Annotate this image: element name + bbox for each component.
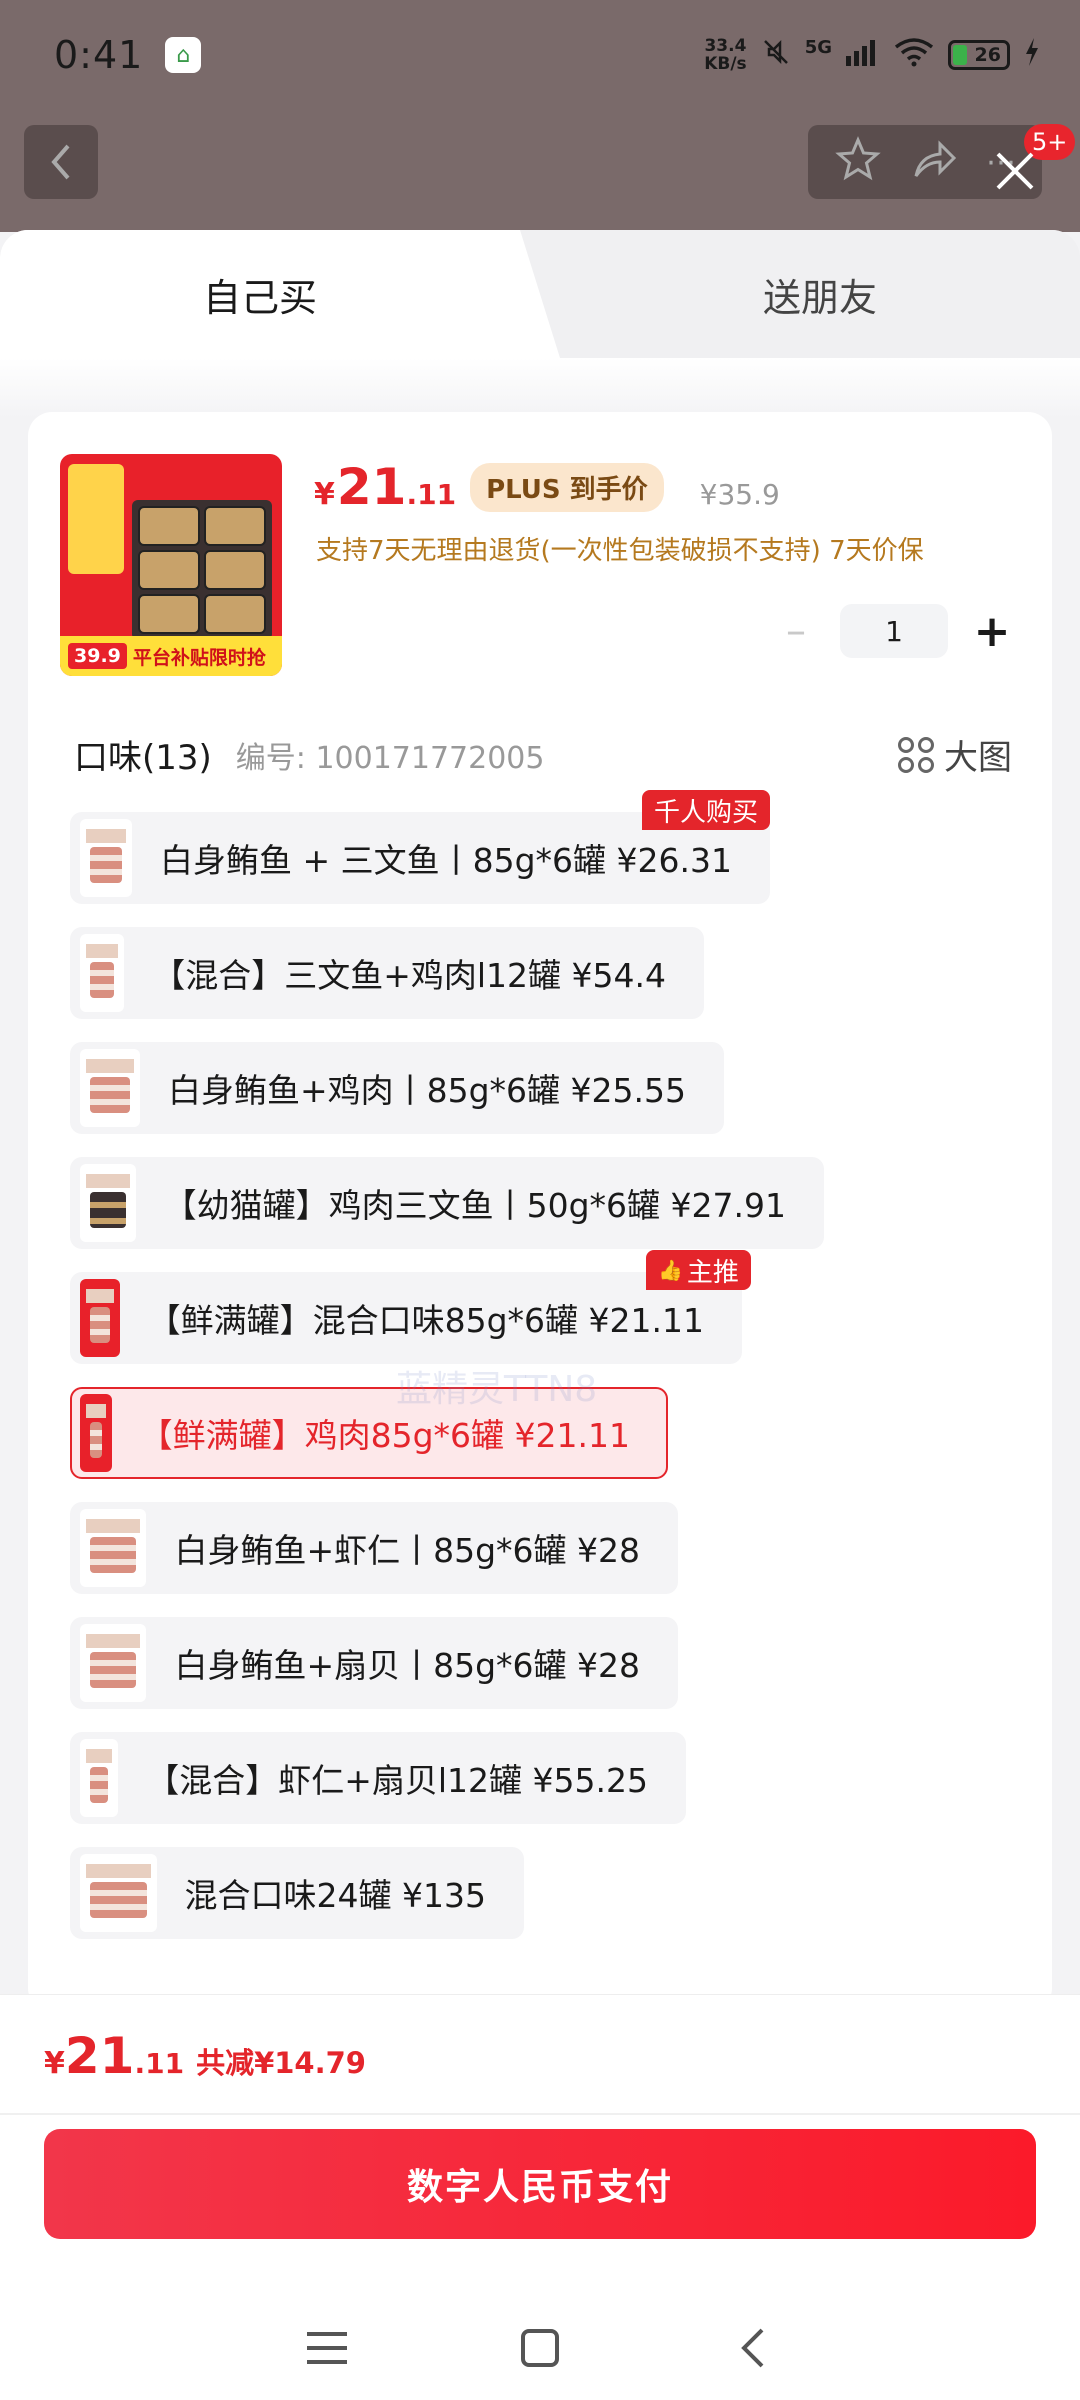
purchase-sheet: 自己买 送朋友 39.9 平台补贴限时抢 ¥ 21 .11 PLUS 到手价 ¥… xyxy=(0,230,1080,2000)
favorite-star-icon[interactable] xyxy=(834,136,882,188)
product-code: 编号: 100171772005 xyxy=(235,740,545,776)
original-price: ¥35.9 xyxy=(699,478,780,511)
flavor-option[interactable]: 混合口味24罐 ¥135 xyxy=(70,1847,524,1939)
spec-title: 口味(13) xyxy=(74,738,212,778)
flavor-option[interactable]: 白身鲔鱼+扇贝丨85g*6罐 ¥28 xyxy=(70,1617,678,1709)
flavor-thumbnail xyxy=(80,1624,147,1702)
thumbnail-price: 39.9 xyxy=(68,643,127,669)
system-nav-bar xyxy=(0,2295,1080,2400)
menu-nav-button[interactable] xyxy=(297,2318,357,2378)
flavor-thumbnail xyxy=(80,819,132,897)
close-icon xyxy=(996,152,1034,190)
menu-icon xyxy=(306,2332,347,2364)
price-row: ¥ 21 .11 PLUS 到手价 ¥35.9 xyxy=(314,458,780,518)
flavor-option[interactable]: 【混合】三文鱼+鸡肉l12罐 ¥54.4 xyxy=(70,927,704,1019)
flavor-label: 【幼猫罐】鸡肉三文鱼丨50g*6罐 ¥27.91 xyxy=(163,1186,786,1225)
flavor-label: 【鲜满罐】鸡肉85g*6罐 ¥21.11 xyxy=(139,1416,630,1455)
flavor-badge: 千人购买 xyxy=(642,790,771,830)
flavor-thumbnail xyxy=(80,1509,147,1587)
product-card: 39.9 平台补贴限时抢 ¥ 21 .11 PLUS 到手价 ¥35.9 支持7… xyxy=(28,412,1052,2000)
network-speed: 33.4 KB/s xyxy=(704,36,747,74)
flavor-thumbnail xyxy=(80,1739,119,1817)
network-type: 5G xyxy=(804,36,832,58)
flavor-label: 白身鲔鱼 + 三文鱼丨85g*6罐 ¥26.31 xyxy=(159,841,732,880)
checkout-bar: ¥ 21 .11 共减¥14.79 数字人民币支付 xyxy=(0,1994,1080,2400)
decrease-quantity-button[interactable]: – xyxy=(776,608,816,654)
flavor-thumbnail xyxy=(80,1049,140,1127)
tab-buy-self[interactable]: 自己买 xyxy=(0,230,560,358)
flavor-label: 【混合】三文鱼+鸡肉l12罐 ¥54.4 xyxy=(152,956,666,995)
thumbnail-banner: 39.9 平台补贴限时抢 xyxy=(60,636,282,676)
back-button[interactable] xyxy=(24,125,98,199)
quantity-input[interactable]: 1 xyxy=(840,604,948,658)
flavor-option[interactable]: 白身鲔鱼+虾仁丨85g*6罐 ¥28 xyxy=(70,1502,678,1594)
battery-fill xyxy=(953,45,967,65)
close-sheet-button[interactable] xyxy=(990,146,1040,196)
flavor-label: 白身鲔鱼+虾仁丨85g*6罐 ¥28 xyxy=(174,1531,640,1570)
discount-amount: 共减¥14.79 xyxy=(196,2046,366,2080)
back-arrow-icon xyxy=(741,2328,764,2368)
wifi-icon xyxy=(894,37,934,73)
price-currency: ¥ xyxy=(314,477,335,512)
flavor-thumbnail xyxy=(80,1164,136,1242)
big-view-toggle[interactable]: 大图 xyxy=(898,730,1034,779)
status-bar: 0:41 ⌂ 33.4 KB/s 5G 26 xyxy=(0,0,1080,110)
flavor-label: 混合口味24罐 ¥135 xyxy=(184,1876,486,1915)
flavor-label: 【鲜满罐】混合口味85g*6罐 ¥21.11 xyxy=(147,1301,704,1340)
battery-level: 26 xyxy=(974,44,1001,66)
share-icon[interactable] xyxy=(910,136,958,188)
flavor-thumbnail xyxy=(80,934,125,1012)
service-guarantee: 支持7天无理由退货(一次性包装破损不支持) 7天价保 xyxy=(316,536,924,566)
status-right: 33.4 KB/s 5G 26 xyxy=(704,37,1040,73)
status-time: 0:41 xyxy=(54,33,144,77)
signal-icon xyxy=(846,38,880,72)
plus-price-tag: PLUS 到手价 xyxy=(470,463,664,512)
flavor-label: 白身鲔鱼+鸡肉丨85g*6罐 ¥25.55 xyxy=(167,1071,686,1110)
quantity-stepper: – 1 + xyxy=(776,604,1012,658)
flavor-option[interactable]: 【幼猫罐】鸡肉三文鱼丨50g*6罐 ¥27.91 xyxy=(70,1157,824,1249)
flavor-option[interactable]: 白身鲔鱼+鸡肉丨85g*6罐 ¥25.55 xyxy=(70,1042,724,1134)
flavor-option[interactable]: 【鲜满罐】混合口味85g*6罐 ¥21.11 xyxy=(70,1272,742,1364)
spec-header: 口味(13) 编号: 100171772005 大图 xyxy=(74,730,1034,779)
home-nav-button[interactable] xyxy=(510,2318,570,2378)
flavor-label: 白身鲔鱼+扇贝丨85g*6罐 ¥28 xyxy=(174,1646,640,1685)
price-integer: 21 xyxy=(336,458,407,516)
thumbs-up-icon: 👍 xyxy=(658,1258,683,1282)
grid-icon xyxy=(898,736,934,773)
total-price: ¥ 21 .11 共减¥14.79 xyxy=(44,2027,366,2085)
mute-icon xyxy=(761,37,791,73)
pay-button[interactable]: 数字人民币支付 xyxy=(44,2129,1036,2239)
flavor-thumbnail xyxy=(80,1854,157,1932)
flavor-option[interactable]: 【鲜满罐】鸡肉85g*6罐 ¥21.11 xyxy=(70,1387,668,1479)
flavor-label: 【混合】虾仁+扇贝l12罐 ¥55.25 xyxy=(146,1761,648,1800)
increase-quantity-button[interactable]: + xyxy=(972,606,1012,657)
back-nav-button[interactable] xyxy=(723,2318,783,2378)
purchase-tabs: 自己买 送朋友 xyxy=(0,230,1080,358)
battery-indicator: 26 xyxy=(948,40,1010,70)
tab-gift-friend[interactable]: 送朋友 xyxy=(560,230,1080,358)
product-thumbnail[interactable]: 39.9 平台补贴限时抢 xyxy=(60,454,282,676)
flavor-option[interactable]: 【混合】虾仁+扇贝l12罐 ¥55.25 xyxy=(70,1732,686,1824)
chevron-left-icon xyxy=(51,144,70,180)
charging-icon xyxy=(1024,38,1040,72)
home-square-icon xyxy=(520,2329,559,2367)
flavor-thumbnail xyxy=(80,1279,120,1357)
price-decimal: .11 xyxy=(406,478,457,511)
app-notification-icon: ⌂ xyxy=(165,37,202,73)
flavor-badge: 👍 主推 xyxy=(646,1250,751,1290)
flavor-thumbnail xyxy=(80,1394,112,1472)
